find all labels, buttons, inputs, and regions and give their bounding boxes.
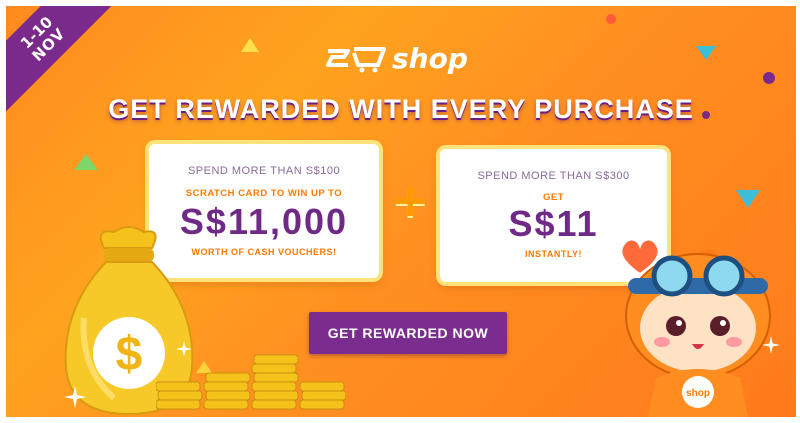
sgshop-logo: shop [324,40,468,76]
offer-condition: SPEND MORE THAN S$300 [477,170,630,182]
promo-headline: GET REWARDED WITH EVERY PURCHASE [108,94,694,124]
sparkle-decoration [176,341,192,357]
mascot-shirt-text: shop [686,388,710,399]
bg-triangle [74,154,98,170]
sparkle-icon [762,336,780,354]
plus-icon: + [391,173,430,227]
sparkle-icon [64,386,86,408]
offer-condition: SPEND MORE THAN S$100 [187,165,341,177]
bg-triangle [241,38,259,52]
bg-dot [763,72,775,84]
offer-subtitle: SCRATCH CARD TO WIN UP TO [185,188,343,199]
bg-dot [606,14,616,24]
money-bag-symbol: $ [116,328,143,381]
promo-banner[interactable]: 1-10 NOV shop GET REWARDED WITH EVERY PU… [6,6,796,417]
sparkle-icon [176,341,192,357]
heart-icon [620,238,660,276]
bg-triangle [736,190,760,208]
heart-decoration [618,236,662,276]
offer-subtitle: GET [542,192,565,203]
logo-text: shop [392,41,468,75]
sparkle-decoration [64,386,86,408]
sparkle-decoration [762,336,780,354]
bg-triangle [696,46,716,60]
sg-cart-logo-icon [326,47,386,73]
